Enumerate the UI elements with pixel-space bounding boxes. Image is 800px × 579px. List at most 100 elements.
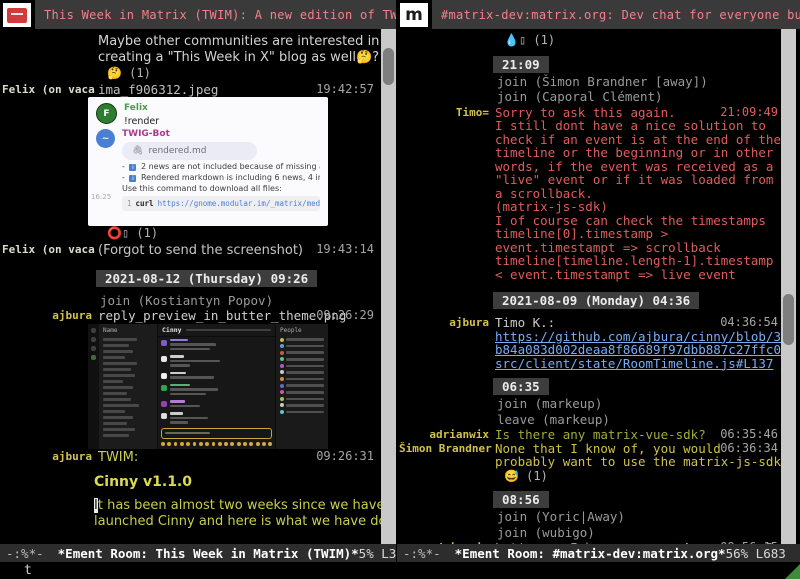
membership-event: join (Yoric|Away) (497, 510, 800, 524)
room-item-bar (103, 380, 123, 383)
membership-event: join (Caporal Clément) (497, 90, 800, 104)
space-icon-strip (88, 324, 99, 449)
reaction[interactable]: ⭕▯ (1) (107, 227, 396, 241)
room-item-bar (103, 392, 127, 395)
reaction[interactable]: 💧▯ (1) (504, 34, 800, 48)
room-item-bar (103, 416, 133, 419)
message-line: (matrix-js-sdk) (495, 200, 714, 214)
sender-name[interactable]: ajbura (399, 316, 495, 330)
message-link[interactable]: https://github.com/ajbura/cinny/blob/39 (495, 330, 714, 344)
member-list-title: People (280, 327, 324, 334)
timestamp: 09:26:29 (310, 309, 374, 323)
username-bar (170, 412, 183, 415)
modeline-flags: -:%*- (403, 546, 441, 561)
member-row (280, 344, 324, 348)
sender-name[interactable]: ajbura (2, 450, 98, 464)
attached-image-twim-render[interactable]: FFelix!render~TWIG-Bot🖇rendered.md- i 2 … (88, 97, 328, 226)
text-bar (170, 376, 214, 379)
avatar (280, 397, 284, 401)
message-line: (Forgot to send the screenshot) (98, 243, 303, 259)
room-item-bar (103, 398, 131, 401)
member-row (280, 410, 324, 414)
message-link[interactable]: b84a083d002deaa8f86689f97dbb887c27ffc0/ (495, 343, 714, 357)
message-body: Maybe other communities are interested i… (98, 34, 368, 66)
app-title: Cinny (162, 326, 182, 334)
sender-name[interactable]: Timo= (399, 106, 495, 120)
scrollbar-left[interactable] (381, 29, 396, 544)
mode-line-right: -:%*- *Ement Room: #matrix-dev:matrix.or… (397, 544, 800, 562)
avatar: F (96, 103, 117, 124)
message-body: (Forgot to send the screenshot) (98, 243, 303, 259)
modeline-buffer-name: *Ement Room: #matrix-dev:matrix.org* (455, 546, 726, 561)
attachment-chip[interactable]: 🖇rendered.md (122, 142, 257, 160)
username: TWIG-Bot (122, 129, 257, 139)
message-body: None that I know of, you wouldprobably w… (495, 442, 714, 469)
attached-image-cinny-screenshot[interactable]: NameCinnyPeople (88, 324, 328, 449)
member-name-bar (286, 358, 324, 361)
command-url: https://gnome.modular.im/_matrix/media/r… (158, 199, 320, 208)
embedded-chat-row: ~TWIG-Bot🖇rendered.md (96, 129, 320, 160)
header-bar: #matrix-dev:matrix.org: Dev chat for eve… (432, 0, 800, 29)
window-twim: This Week in Matrix (TWIM): A new editio… (0, 0, 396, 562)
room-header-matrix-dev: m #matrix-dev:matrix.org: Dev chat for e… (397, 0, 800, 29)
modeline-flags: -:%*- (6, 546, 44, 561)
separator-wrap: 08:56 (493, 489, 800, 508)
room-title-matrix-dev: #matrix-dev:matrix.org: Dev chat for eve… (432, 8, 800, 22)
sender-name[interactable]: adrianwix (399, 428, 495, 442)
message-line: reply_preview_in_butter_theme.png (98, 309, 310, 323)
avatar (280, 403, 284, 407)
message-line: timeline or the beginning or in other (495, 146, 714, 160)
message-line: words, if the event was received as a (495, 160, 714, 174)
chat-message-row (161, 355, 272, 369)
minibuffer[interactable]: t (0, 562, 800, 579)
sender-name[interactable]: Felix (on vaca (2, 243, 98, 257)
sender-name[interactable]: Šimon Brandner (399, 442, 495, 456)
message-link[interactable]: src/client/state/RoomTimeline.js#L137 (495, 357, 714, 371)
member-list: People (276, 324, 328, 449)
member-row (280, 384, 324, 388)
paperclip-icon: 🖇 (132, 146, 143, 156)
message-line: None that I know of, you would (495, 442, 714, 456)
avatar (280, 370, 284, 374)
emoji-dot (249, 442, 253, 446)
command: curl (136, 199, 154, 208)
chat-message-row (161, 384, 272, 398)
room-buffer-matrix-dev[interactable]: 💧▯ (1)21:09join (Šimon Brandner [away])j… (397, 29, 800, 544)
header-bar: This Week in Matrix (TWIM): A new editio… (35, 0, 396, 29)
message-line: Sorry to ask this again. (495, 106, 714, 120)
avatar (280, 338, 284, 342)
avatar (280, 364, 284, 368)
reaction[interactable]: 😅 (1) (504, 470, 800, 484)
scrollbar-thumb[interactable] (383, 48, 394, 85)
membership-event: join (Kostiantyn Popov) (100, 294, 396, 308)
member-name-bar (286, 338, 324, 341)
avatar (280, 410, 284, 414)
avatar (161, 401, 167, 407)
room-buffer-twim[interactable]: Maybe other communities are interested i… (0, 29, 396, 544)
member-row (280, 364, 324, 368)
avatar (280, 351, 284, 355)
member-name-bar (286, 398, 324, 401)
message-row: Felix (on vacaima_f906312.jpeg19:42:57 (0, 83, 396, 97)
emoji-dot (161, 442, 165, 446)
membership-event: join (markeup) (497, 397, 800, 411)
member-name-bar (286, 384, 324, 387)
scrollbar-right[interactable] (781, 29, 796, 544)
code-block: 1curlhttps://gnome.modular.im/_matrix/me… (122, 196, 320, 211)
time-separator: 06:35 (493, 378, 549, 395)
message-row: ajburaTimo K.:https://github.com/ajbura/… (397, 316, 800, 370)
sender-name[interactable]: Felix (on vaca (2, 83, 98, 97)
message-row: ajburaTWIM:09:26:31 (0, 450, 396, 466)
avatar (280, 390, 284, 394)
reaction[interactable]: 🤔 (1) (107, 67, 396, 81)
sender-name[interactable]: ajbura (2, 309, 98, 323)
scrollbar-thumb[interactable] (783, 294, 794, 344)
emoji-dot (243, 442, 247, 446)
message-line: check if an event is at the end of the (495, 133, 714, 147)
room-item-bar (103, 410, 125, 413)
text-bar (170, 393, 206, 396)
timestamp: 06:35:46 (714, 428, 778, 442)
message-body: reply_preview_in_butter_theme.png (98, 309, 310, 323)
message-body: Timo K.:https://github.com/ajbura/cinny/… (495, 316, 714, 370)
message-line: a scrollback. (495, 187, 714, 201)
